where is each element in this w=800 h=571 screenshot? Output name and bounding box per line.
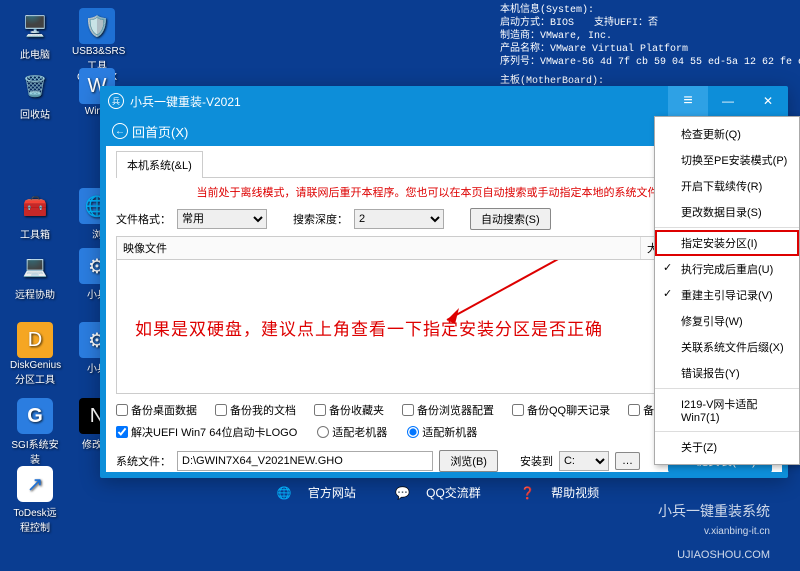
desktop-icon-thispc[interactable]: 🖥️此电脑 bbox=[10, 8, 60, 61]
chk-uefi-win7[interactable]: 解决UEFI Win7 64位启动卡LOGO bbox=[116, 424, 297, 440]
radio-new-machine[interactable]: 适配新机器 bbox=[407, 424, 477, 440]
chk-backup-desktop[interactable]: 备份桌面数据 bbox=[116, 402, 197, 418]
menu-pe-mode[interactable]: 切换至PE安装模式(P) bbox=[655, 147, 799, 173]
sysfile-input[interactable] bbox=[177, 451, 433, 471]
link-qqgroup[interactable]: 💬 QQ交流群 bbox=[395, 484, 493, 501]
chk-backup-browser[interactable]: 备份浏览器配置 bbox=[402, 402, 494, 418]
hamburger-menu-button[interactable]: ≡ bbox=[668, 86, 708, 116]
lbl-format: 文件格式： bbox=[116, 211, 171, 227]
menu-rebuild-mbr[interactable]: ✓重建主引导记录(V) bbox=[655, 282, 799, 308]
lbl-depth: 搜索深度： bbox=[293, 211, 348, 227]
chk-backup-docs[interactable]: 备份我的文档 bbox=[215, 402, 296, 418]
select-format[interactable]: 常用 bbox=[177, 209, 267, 229]
lbl-sysfile: 系统文件： bbox=[116, 453, 171, 469]
close-button[interactable]: ✕ bbox=[748, 86, 788, 116]
watermark-brand: 小兵一键重装系统 bbox=[658, 501, 770, 521]
desktop-icon-diskgenius[interactable]: DDiskGenius分区工具 bbox=[10, 322, 60, 386]
desktop-icon-remote[interactable]: 💻远程协助 bbox=[10, 248, 60, 301]
menu-check-update[interactable]: 检查更新(Q) bbox=[655, 121, 799, 147]
check-icon: ✓ bbox=[663, 261, 672, 274]
back-button[interactable]: ← 回首页(X) bbox=[112, 122, 188, 141]
browse-button[interactable]: 浏览(B) bbox=[439, 450, 498, 472]
check-icon: ✓ bbox=[663, 287, 672, 300]
radio-old-machine[interactable]: 适配老机器 bbox=[317, 424, 387, 440]
minimize-button[interactable]: — bbox=[708, 86, 748, 116]
menu-i219v[interactable]: I219-V网卡适配Win7(1) bbox=[655, 391, 799, 432]
app-logo-icon: 兵 bbox=[108, 93, 124, 109]
menu-about[interactable]: 关于(Z) bbox=[655, 434, 799, 460]
hamburger-menu-popup: 检查更新(Q) 切换至PE安装模式(P) 开启下载续传(R) 更改数据目录(S)… bbox=[654, 116, 800, 465]
menu-reboot-after[interactable]: ✓执行完成后重启(U) bbox=[655, 256, 799, 282]
drive-more-button[interactable]: … bbox=[615, 452, 640, 470]
titlebar[interactable]: 兵 小兵一键重装-V2021 ≡ — ✕ bbox=[100, 86, 788, 116]
select-drive[interactable]: C: bbox=[559, 451, 609, 471]
menu-specify-partition[interactable]: 指定安装分区(I) bbox=[655, 230, 799, 256]
auto-search-button[interactable]: 自动搜索(S) bbox=[470, 208, 551, 230]
desktop-icon-toolbox[interactable]: 🧰工具箱 bbox=[10, 188, 60, 241]
menu-resume-dl[interactable]: 开启下载续传(R) bbox=[655, 173, 799, 199]
menu-assoc-ext[interactable]: 关联系统文件后缀(X) bbox=[655, 334, 799, 360]
watermark-url1: v.xianbing-it.cn bbox=[704, 526, 770, 537]
chk-backup-qq[interactable]: 备份QQ聊天记录 bbox=[512, 402, 610, 418]
chk-backup-fav[interactable]: 备份收藏夹 bbox=[314, 402, 384, 418]
watermark-url2: UJIAOSHOU.COM bbox=[677, 549, 770, 561]
desktop-icon-recycle[interactable]: 🗑️回收站 bbox=[10, 68, 60, 121]
menu-fix-boot[interactable]: 修复引导(W) bbox=[655, 308, 799, 334]
menu-error-report[interactable]: 错误报告(Y) bbox=[655, 360, 799, 389]
back-arrow-icon: ← bbox=[112, 123, 128, 139]
menu-change-data-dir[interactable]: 更改数据目录(S) bbox=[655, 199, 799, 228]
select-depth[interactable]: 2 bbox=[354, 209, 444, 229]
lbl-installto: 安装到 bbox=[520, 453, 553, 469]
desktop-icon-sgi[interactable]: GSGI系统安装 bbox=[10, 398, 60, 466]
tab-local-system[interactable]: 本机系统(&L) bbox=[116, 151, 203, 178]
link-help[interactable]: ❓ 帮助视频 bbox=[520, 484, 611, 501]
desktop-icon-todesk[interactable]: ↗ToDesk远程控制 bbox=[10, 466, 60, 534]
app-title: 小兵一键重装-V2021 bbox=[130, 93, 241, 110]
overlay-hint: 如果是双硬盘，建议点上角查看一下指定安装分区是否正确 bbox=[135, 315, 603, 340]
link-website[interactable]: 🌐 官方网站 bbox=[277, 484, 368, 501]
